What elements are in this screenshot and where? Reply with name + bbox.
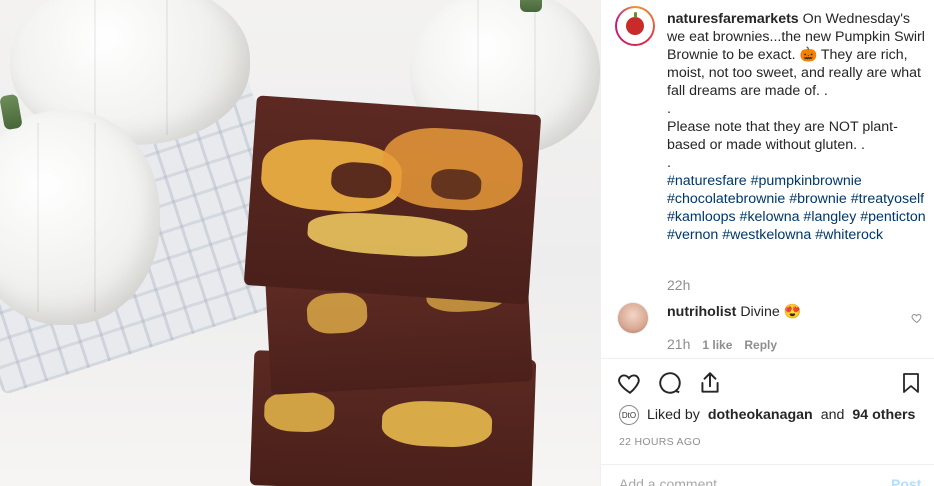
brownie-top [243,95,542,305]
apple-logo-icon [626,12,644,35]
caption-hashtags[interactable]: #naturesfare #pumpkinbrownie #chocolateb… [667,173,926,243]
account-avatar[interactable] [615,6,655,46]
pumpkin-stem-right [520,0,542,12]
liked-by-user[interactable]: dotheokanagan [708,407,813,423]
comment-time[interactable]: 21h [667,336,690,352]
heart-icon[interactable] [617,370,643,396]
liked-by-prefix: Liked by [647,407,700,423]
post-timestamp[interactable]: 22 HOURS AGO [619,436,701,448]
comment-meta: 21h 1 like Reply [667,336,777,352]
bookmark-icon[interactable] [899,370,923,396]
post-comment-button[interactable]: Post [891,476,921,486]
divider [601,358,934,359]
add-comment-input[interactable]: Add a comment... [619,476,729,486]
caption-text: On Wednesday's we eat brownies...the new… [667,11,925,171]
reply-button[interactable]: Reply [744,338,777,352]
caption-username[interactable]: naturesfaremarkets [667,11,799,27]
liked-by-joiner: and [820,407,845,423]
comment: nutriholist Divine 😍 [667,304,801,320]
liker-avatar[interactable]: DtO [619,405,639,425]
divider [601,464,934,465]
comment-likes[interactable]: 1 like [702,338,732,352]
post-photo[interactable] [0,0,600,486]
pumpkin-stem [0,93,23,131]
comment-username[interactable]: nutriholist [667,304,736,320]
share-icon[interactable] [697,370,723,396]
action-bar [617,370,723,396]
small-heart-icon[interactable] [911,312,923,324]
liked-by-others[interactable]: 94 others [852,407,915,423]
liked-by-row: DtO Liked by dotheokanagan and 94 others [619,405,915,425]
post-caption: naturesfaremarkets On Wednesday's we eat… [667,10,929,244]
caption-time[interactable]: 22h [667,277,690,293]
commenter-avatar[interactable] [617,302,649,334]
post-sidebar: naturesfaremarkets On Wednesday's we eat… [600,0,934,486]
comment-icon[interactable] [657,370,683,396]
comment-text: Divine 😍 [740,304,802,320]
